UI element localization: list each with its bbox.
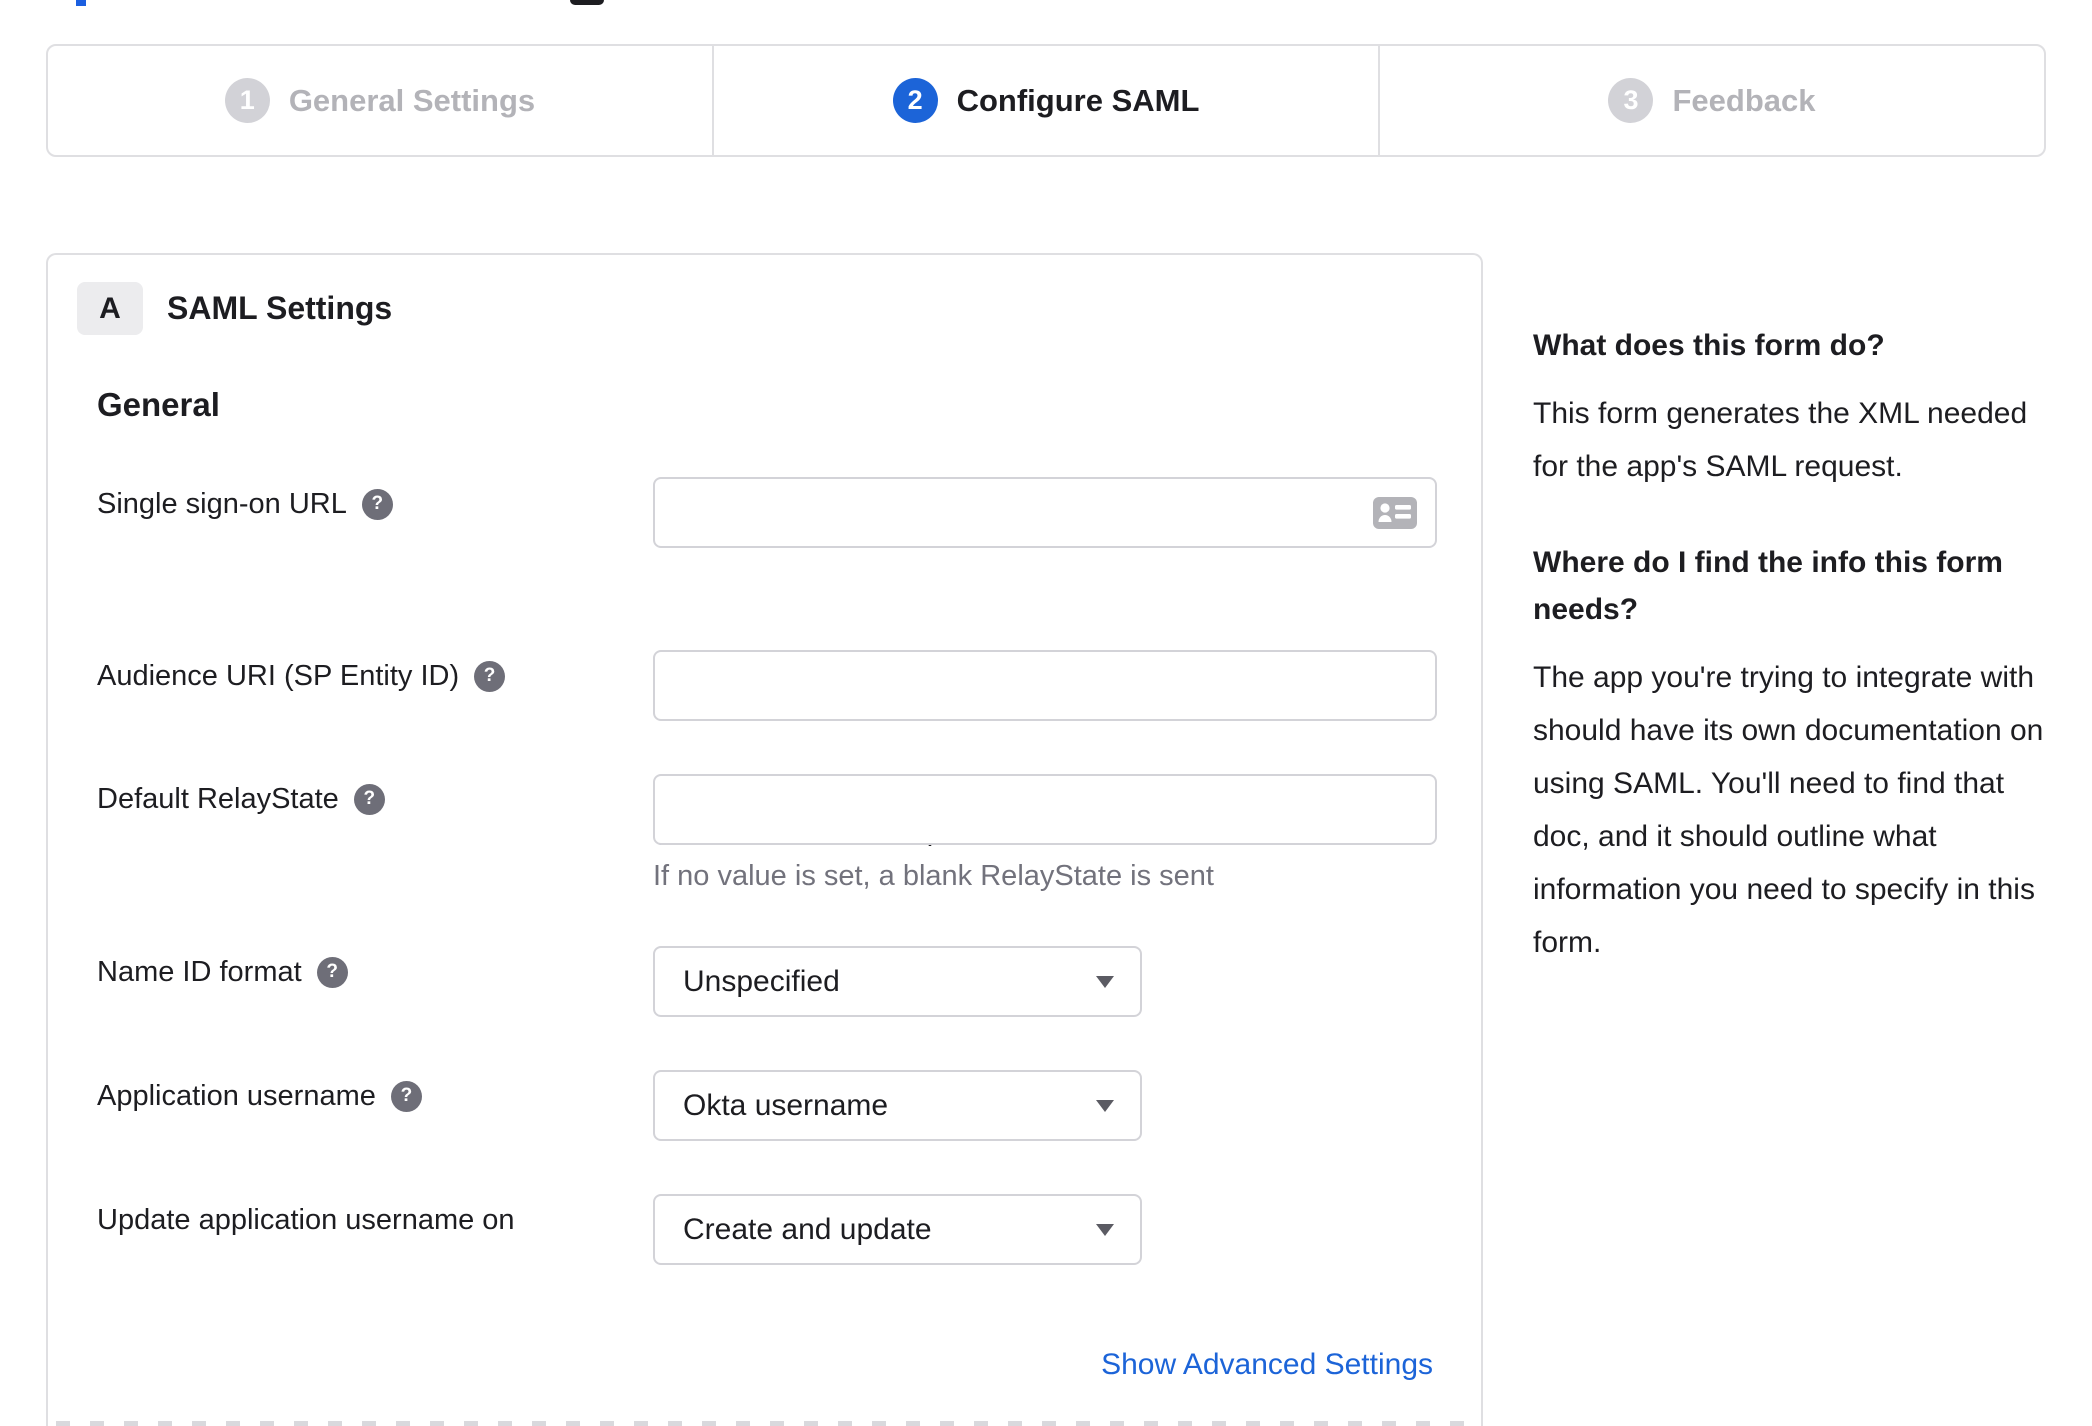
update-username-label: Update application username on [97, 1203, 515, 1236]
app-username-select[interactable]: Okta username [653, 1070, 1142, 1141]
audience-uri-label-row: Audience URI (SP Entity ID) ? [97, 659, 506, 693]
help-icon[interactable]: ? [390, 1080, 422, 1112]
section-title: SAML Settings [167, 290, 393, 326]
step-number-badge: 1 [224, 78, 270, 123]
relaystate-label: Default RelayState [97, 782, 339, 815]
cropped-header-artifact-black [570, 0, 604, 5]
help-icon[interactable]: ? [353, 783, 385, 815]
sidebar-what-body: This form generates the XML needed for t… [1533, 397, 2028, 483]
help-sidebar: What does this form do? This form genera… [1533, 322, 2061, 969]
chevron-down-icon [1096, 1099, 1114, 1112]
audience-uri-input[interactable] [653, 650, 1437, 721]
relaystate-label-row: Default RelayState ? [97, 782, 385, 816]
step-number-badge: 2 [892, 78, 938, 123]
nameid-format-label: Name ID format [97, 955, 302, 988]
update-username-selected-value: Create and update [683, 1212, 932, 1246]
show-advanced-settings-link[interactable]: Show Advanced Settings [1101, 1347, 1433, 1383]
help-icon[interactable]: ? [361, 488, 393, 520]
step-configure-saml[interactable]: 2 Configure SAML [712, 46, 1378, 155]
wizard-stepper: 1 General Settings 2 Configure SAML 3 Fe… [46, 44, 2046, 157]
sidebar-where-heading: Where do I find the info this form needs… [1533, 546, 2003, 626]
audience-uri-label: Audience URI (SP Entity ID) [97, 659, 460, 692]
sso-url-input[interactable] [653, 477, 1437, 548]
update-username-select[interactable]: Create and update [653, 1194, 1142, 1265]
app-username-label-row: Application username ? [97, 1079, 422, 1113]
step-number-badge: 3 [1608, 78, 1654, 123]
step-feedback[interactable]: 3 Feedback [1378, 46, 2044, 155]
saml-settings-card: A SAML Settings General Single sign-on U… [46, 253, 1483, 1426]
nameid-format-selected-value: Unspecified [683, 964, 840, 998]
dashed-section-divider [56, 1421, 1473, 1426]
step-general-settings[interactable]: 1 General Settings [48, 46, 712, 155]
general-group-heading: General [97, 386, 220, 423]
help-icon[interactable]: ? [474, 660, 506, 692]
contact-card-icon[interactable] [1372, 494, 1418, 532]
section-letter-badge: A [77, 282, 143, 335]
app-username-label: Application username [97, 1079, 376, 1112]
sso-url-label-row: Single sign-on URL ? [97, 487, 393, 521]
app-username-selected-value: Okta username [683, 1088, 889, 1122]
sso-url-label: Single sign-on URL [97, 487, 347, 520]
relaystate-input[interactable] [653, 774, 1437, 845]
nameid-format-select[interactable]: Unspecified [653, 946, 1142, 1017]
cropped-header-artifact-blue [76, 0, 86, 6]
step-label: General Settings [288, 82, 536, 118]
sidebar-what-heading: What does this form do? [1533, 329, 1885, 362]
update-username-label-row: Update application username on [97, 1203, 515, 1237]
step-label: Feedback [1672, 82, 1816, 118]
relaystate-hint: If no value is set, a blank RelayState i… [653, 860, 1214, 892]
chevron-down-icon [1096, 975, 1114, 988]
sidebar-where-body: The app you're trying to integrate with … [1533, 661, 2044, 959]
chevron-down-icon [1096, 1223, 1114, 1236]
nameid-format-label-row: Name ID format ? [97, 955, 348, 989]
step-label: Configure SAML [956, 82, 1200, 118]
help-icon[interactable]: ? [316, 956, 348, 988]
